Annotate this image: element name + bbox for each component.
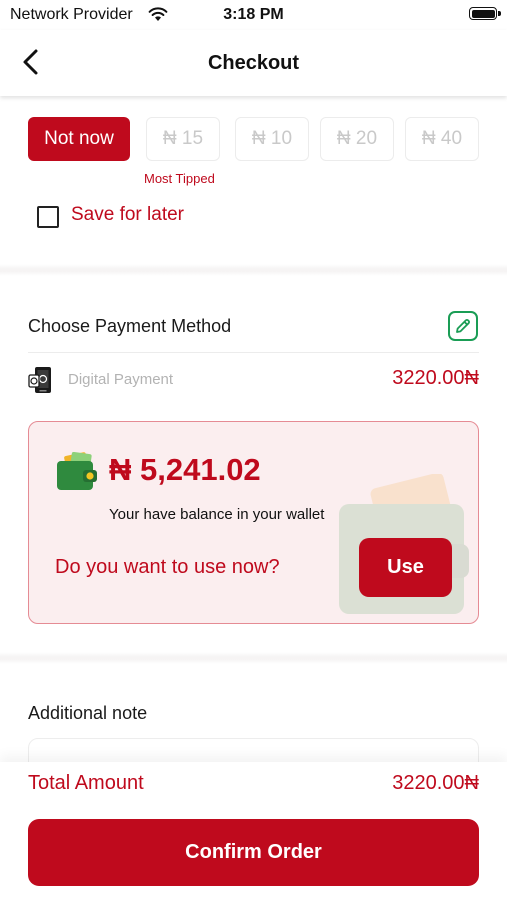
tip-option-10[interactable]: ₦ 10 <box>235 117 309 161</box>
payment-section-title: Choose Payment Method <box>28 316 232 336</box>
checkout-footer: Total Amount 3220.00₦ Confirm Order <box>0 762 507 900</box>
wallet-icon <box>57 452 97 490</box>
tip-option-15[interactable]: ₦ 15 <box>146 117 220 161</box>
confirm-order-button[interactable]: Confirm Order <box>28 819 479 886</box>
section-divider <box>0 264 507 276</box>
clock: 3:18 PM <box>223 6 284 23</box>
payment-method-label: Digital Payment <box>68 371 174 388</box>
edit-payment-button[interactable] <box>448 311 478 341</box>
divider <box>28 352 479 353</box>
save-for-later-checkbox[interactable] <box>37 206 59 228</box>
page-title: Checkout <box>207 52 300 74</box>
wallet-use-question: Do you want to use now? <box>55 556 280 578</box>
tip-option-not-now[interactable]: Not now <box>28 117 130 161</box>
digital-payment-icon <box>28 367 51 393</box>
pencil-icon <box>456 319 470 333</box>
nav-bar: Checkout <box>0 30 507 96</box>
most-tipped-label: Most Tipped <box>144 171 215 186</box>
tip-option-20[interactable]: ₦ 20 <box>320 117 394 161</box>
total-amount-label: Total Amount <box>28 772 144 794</box>
use-wallet-button[interactable]: Use <box>359 538 452 597</box>
battery-icon <box>469 7 497 20</box>
total-amount-value: 3220.00₦ <box>392 772 479 794</box>
payment-amount: 3220.00₦ <box>392 367 479 389</box>
tip-option-40[interactable]: ₦ 40 <box>405 117 479 161</box>
section-divider <box>0 652 507 664</box>
wallet-balance: ₦ 5,241.02 <box>109 452 261 487</box>
payment-method-row[interactable]: Digital Payment 3220.00₦ <box>28 364 479 396</box>
wallet-note: Your have balance in your wallet <box>109 506 325 523</box>
wallet-card: ₦ 5,241.02 Your have balance in your wal… <box>28 421 479 624</box>
save-for-later-label: Save for later <box>71 204 184 225</box>
status-bar: Network Provider 3:18 PM <box>0 0 507 30</box>
battery-cap <box>498 11 501 16</box>
additional-note-title: Additional note <box>28 703 148 723</box>
